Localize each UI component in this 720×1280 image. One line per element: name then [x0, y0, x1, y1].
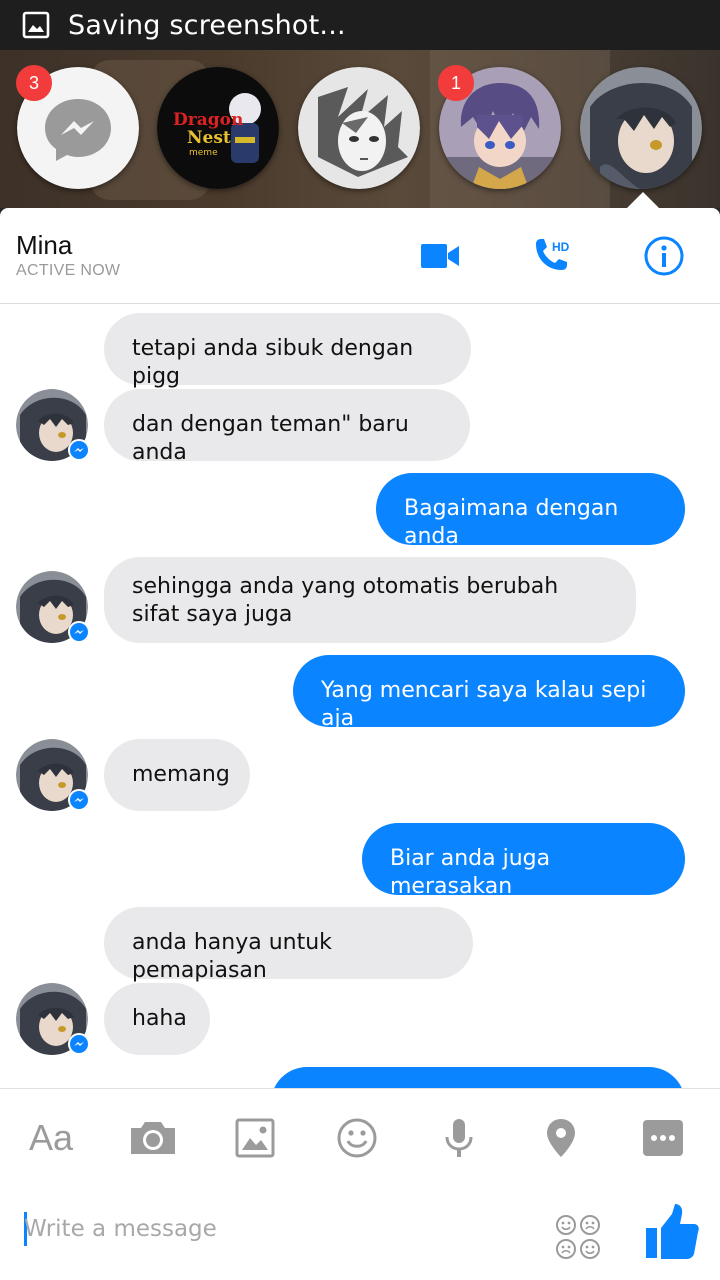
gallery-icon [235, 1118, 275, 1158]
svg-text:meme: meme [189, 148, 218, 158]
svg-text:Dragon: Dragon [173, 110, 243, 130]
camera-button[interactable] [128, 1113, 178, 1163]
message-list[interactable]: tetapi anda sibuk dengan pigg dan dengan… [0, 304, 720, 1088]
voice-record-button[interactable] [434, 1113, 484, 1163]
unread-badge: 1 [438, 65, 474, 101]
emoji-button[interactable] [332, 1113, 382, 1163]
outgoing-message[interactable] [271, 1067, 685, 1088]
microphone-icon [445, 1119, 473, 1157]
location-icon [547, 1119, 575, 1157]
avatar[interactable] [16, 571, 90, 643]
messenger-badge-icon [68, 1033, 90, 1055]
incoming-message[interactable]: anda hanya untuk pemapiasan [104, 907, 473, 983]
messenger-badge-icon [68, 439, 90, 461]
gallery-button[interactable] [230, 1113, 280, 1163]
incoming-message[interactable]: memang [104, 739, 250, 811]
voice-call-button[interactable]: HD [530, 234, 574, 278]
svg-text:Nest: Nest [187, 128, 231, 148]
video-call-button[interactable] [418, 234, 462, 278]
avatar[interactable] [16, 739, 90, 811]
more-icon [643, 1120, 683, 1156]
messenger-badge-icon [68, 789, 90, 811]
contact-name[interactable]: Mina [16, 230, 72, 261]
dragon-nest-chat-head[interactable]: Dragon Nest meme [157, 67, 279, 189]
text-format-button[interactable]: Aa [26, 1113, 76, 1163]
conversation-header: Mina ACTIVE NOW HD [0, 208, 720, 304]
outgoing-message[interactable]: Bagaimana dengan anda [376, 473, 685, 549]
avatar[interactable] [16, 983, 90, 1055]
presence-status: ACTIVE NOW [16, 262, 121, 279]
manga-boy-chat-head[interactable] [298, 67, 420, 189]
status-bar: Saving screenshot... [0, 0, 720, 50]
emoji-icon [337, 1118, 377, 1158]
info-icon [644, 236, 684, 276]
chat-heads-bar: 3 Dragon Nest meme 1 [0, 50, 720, 208]
message-composer [0, 1184, 720, 1280]
message-input[interactable] [24, 1206, 524, 1252]
video-camera-icon [421, 244, 459, 268]
camera-icon [131, 1122, 175, 1154]
thumbs-up-icon[interactable] [644, 1202, 700, 1262]
phone-hd-icon: HD [536, 239, 570, 270]
incoming-message[interactable]: haha [104, 983, 210, 1055]
incoming-message[interactable]: tetapi anda sibuk dengan pigg [104, 313, 471, 389]
status-text: Saving screenshot... [68, 9, 346, 41]
mina-chat-head[interactable] [580, 67, 702, 189]
conversation-info-button[interactable] [642, 234, 686, 278]
more-options-button[interactable] [638, 1113, 688, 1163]
incoming-message[interactable]: sehingga anda yang otomatis berubah sifa… [104, 557, 636, 643]
outgoing-message[interactable]: Biar anda juga merasakan [362, 823, 685, 899]
sticker-icon[interactable] [555, 1214, 601, 1260]
svg-text:HD: HD [552, 240, 570, 254]
outgoing-message[interactable]: Yang mencari saya kalau sepi aja [293, 655, 685, 731]
location-button[interactable] [536, 1113, 586, 1163]
messenger-badge-icon [68, 621, 90, 643]
avatar[interactable] [16, 389, 90, 461]
conversation-panel: Mina ACTIVE NOW HD tetapi anda sibuk den… [0, 208, 720, 1280]
unread-badge: 3 [16, 65, 52, 101]
composer-toolbar: Aa [0, 1088, 720, 1184]
active-head-pointer [627, 192, 659, 208]
image-icon [22, 11, 50, 39]
incoming-message[interactable]: dan dengan teman" baru anda [104, 389, 470, 465]
text-format-icon: Aa [28, 1117, 74, 1158]
